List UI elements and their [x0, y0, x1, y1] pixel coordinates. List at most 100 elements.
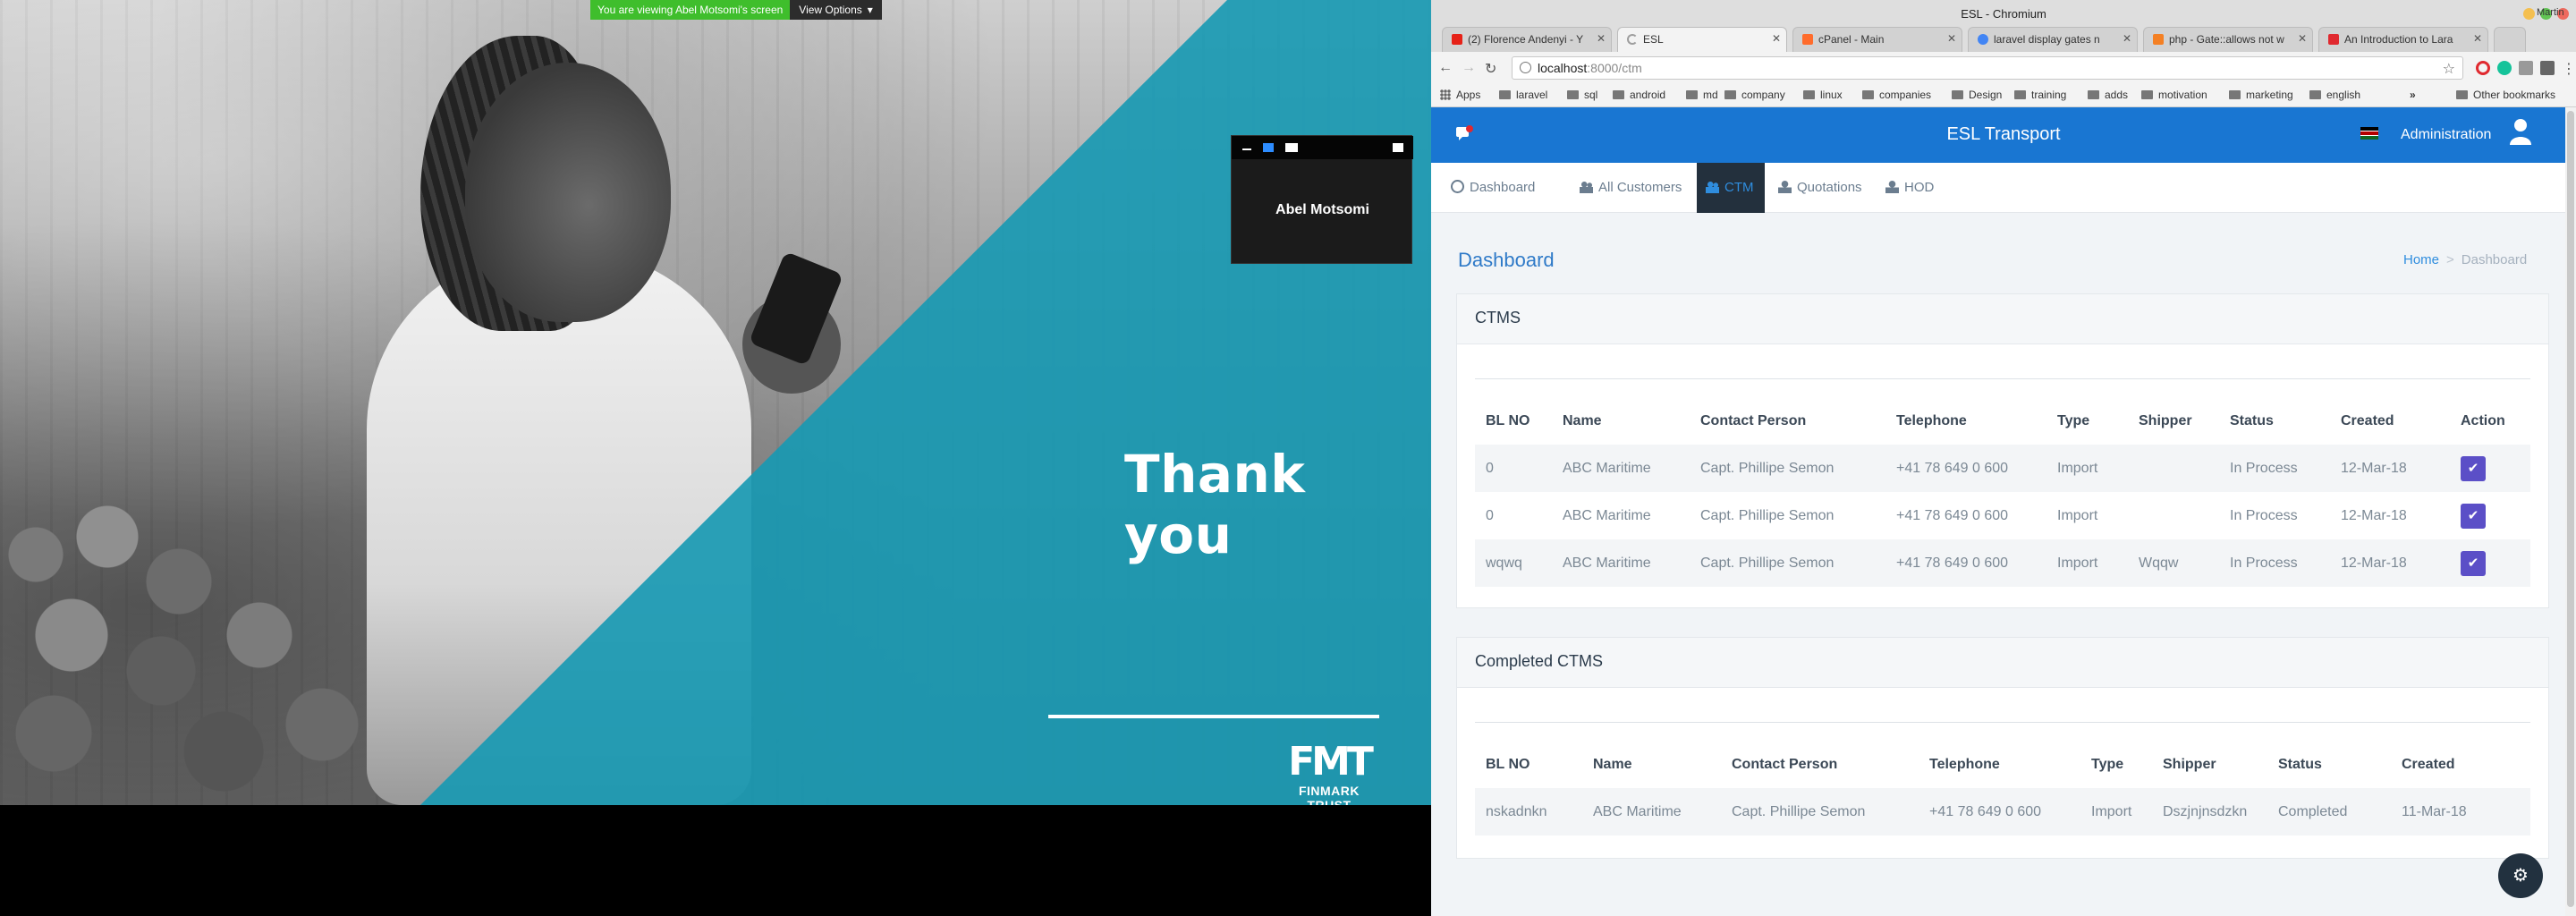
- minimize-window-icon[interactable]: [2523, 8, 2535, 20]
- close-icon[interactable]: ✕: [1772, 32, 1781, 45]
- column-header[interactable]: Name: [1582, 742, 1721, 788]
- close-icon[interactable]: ✕: [2473, 32, 2482, 45]
- column-header[interactable]: Created: [2391, 742, 2530, 788]
- tab-google[interactable]: laravel display gates n ✕: [1968, 27, 2138, 52]
- bookmark-folder[interactable]: training: [2014, 89, 2066, 101]
- column-header[interactable]: Telephone: [1885, 398, 2046, 445]
- nav-ctm[interactable]: CTM: [1697, 163, 1765, 213]
- column-header[interactable]: BL NO: [1475, 742, 1582, 788]
- other-bookmarks[interactable]: Other bookmarks: [2456, 89, 2555, 101]
- back-icon[interactable]: ←: [1438, 60, 1453, 76]
- close-icon[interactable]: ✕: [1947, 32, 1956, 45]
- approve-button[interactable]: ✔: [2461, 503, 2486, 529]
- vpn-extension-icon[interactable]: [2519, 61, 2533, 75]
- bookmark-folder[interactable]: adds: [2088, 89, 2128, 101]
- approve-button[interactable]: ✔: [2461, 455, 2486, 481]
- edit-extension-icon[interactable]: [2540, 61, 2555, 75]
- bookmark-folder[interactable]: Design: [1952, 89, 2002, 101]
- tab-label: ESL: [1643, 33, 1664, 46]
- bookmark-folder[interactable]: company: [1724, 89, 1785, 101]
- column-header[interactable]: Name: [1552, 398, 1690, 445]
- table-row: wqwq ABC Maritime Capt. Phillipe Semon +…: [1475, 539, 2530, 587]
- gallery-icon[interactable]: [1285, 143, 1298, 152]
- bookmark-folder[interactable]: android: [1613, 89, 1665, 101]
- logo-mark: FMT: [1288, 739, 1374, 785]
- forward-icon[interactable]: →: [1462, 60, 1476, 76]
- more-bookmarks-button[interactable]: »: [2410, 89, 2416, 101]
- approve-button[interactable]: ✔: [2461, 550, 2486, 576]
- column-header[interactable]: Created: [2330, 398, 2450, 445]
- column-header[interactable]: Status: [2219, 398, 2330, 445]
- info-icon[interactable]: [1520, 62, 1531, 73]
- folder-icon: [1613, 90, 1624, 99]
- user-profile-icon[interactable]: [2509, 118, 2532, 145]
- folder-icon: [1567, 90, 1579, 99]
- bookmark-folder[interactable]: md: [1686, 89, 1718, 101]
- new-tab-button[interactable]: [2494, 27, 2526, 52]
- video-icon[interactable]: [1263, 143, 1274, 152]
- column-header[interactable]: Status: [2267, 742, 2391, 788]
- breadcrumb-home[interactable]: Home: [2403, 252, 2439, 267]
- view-options-button[interactable]: View Options ▾: [790, 0, 882, 20]
- bookmark-folder[interactable]: sql: [1567, 89, 1597, 101]
- users-icon: [1580, 180, 1593, 193]
- tab-youtube[interactable]: (2) Florence Andenyi - Y ✕: [1442, 27, 1612, 52]
- user-icon: [1885, 180, 1899, 193]
- tab-cpanel[interactable]: cPanel - Main ✕: [1792, 27, 1962, 52]
- settings-button[interactable]: ⚙: [2498, 853, 2543, 898]
- cpanel-icon: [1802, 34, 1813, 45]
- dashboard-icon: [1451, 180, 1464, 193]
- opera-extension-icon[interactable]: [2476, 61, 2490, 75]
- nav-dashboard[interactable]: Dashboard: [1449, 163, 1544, 213]
- kenya-flag-icon[interactable]: [2360, 127, 2378, 140]
- admin-label[interactable]: Administration: [2401, 127, 2491, 143]
- bookmark-apps[interactable]: Apps: [1440, 89, 1480, 101]
- cell-type: Import: [2080, 788, 2152, 835]
- menu-icon[interactable]: ⋮: [2562, 60, 2576, 78]
- nav-all-customers[interactable]: All Customers: [1578, 163, 1690, 213]
- nav-hod[interactable]: HOD: [1884, 163, 1943, 213]
- close-icon[interactable]: ✕: [2123, 32, 2131, 45]
- bookmark-folder[interactable]: laravel: [1499, 89, 1547, 101]
- column-header[interactable]: Shipper: [2128, 398, 2219, 445]
- column-header[interactable]: BL NO: [1475, 398, 1552, 445]
- close-icon[interactable]: ✕: [1597, 32, 1606, 45]
- card-divider: [1475, 378, 2530, 379]
- minimize-icon[interactable]: [1242, 148, 1251, 150]
- tab-laravel-intro[interactable]: An Introduction to Lara ✕: [2318, 27, 2488, 52]
- bookmark-star-icon[interactable]: ☆: [2443, 60, 2455, 78]
- column-header[interactable]: Type: [2080, 742, 2152, 788]
- address-bar[interactable]: localhost:8000/ctm ☆: [1512, 56, 2463, 80]
- bookmark-folder[interactable]: linux: [1803, 89, 1843, 101]
- folder-icon: [2309, 90, 2321, 99]
- scrollbar-thumb[interactable]: [2567, 111, 2574, 907]
- bookmark-folder[interactable]: motivation: [2141, 89, 2207, 101]
- check-icon: ✔: [2467, 507, 2479, 523]
- bookmark-label: training: [2031, 89, 2067, 101]
- column-header[interactable]: Contact Person: [1721, 742, 1919, 788]
- column-header[interactable]: Type: [2046, 398, 2128, 445]
- nav-quotations[interactable]: Quotations: [1776, 163, 1871, 213]
- profile-label[interactable]: Martin: [2537, 7, 2564, 18]
- tab-esl[interactable]: ESL ✕: [1617, 27, 1787, 52]
- bookmark-label: android: [1630, 89, 1666, 101]
- participant-video-tile[interactable]: Abel Motsomi: [1231, 135, 1413, 264]
- page-scrollbar[interactable]: [2565, 107, 2576, 916]
- gear-icon: ⚙: [2512, 866, 2529, 886]
- bookmark-folder[interactable]: marketing: [2229, 89, 2293, 101]
- nav-label: All Customers: [1598, 180, 1682, 195]
- reload-icon[interactable]: ↻: [1485, 60, 1496, 78]
- expand-icon[interactable]: [1393, 143, 1403, 152]
- column-header[interactable]: Action: [2450, 398, 2530, 445]
- bookmark-folder[interactable]: companies: [1862, 89, 1931, 101]
- grammarly-extension-icon[interactable]: [2497, 61, 2512, 75]
- check-icon: ✔: [2467, 555, 2479, 571]
- column-header[interactable]: Shipper: [2152, 742, 2267, 788]
- column-header[interactable]: Contact Person: [1690, 398, 1885, 445]
- cell-telephone: +41 78 649 0 600: [1919, 788, 2080, 835]
- column-header[interactable]: Telephone: [1919, 742, 2080, 788]
- nav-label: HOD: [1904, 180, 1935, 195]
- close-icon[interactable]: ✕: [2298, 32, 2307, 45]
- tab-stackoverflow[interactable]: php - Gate::allows not w ✕: [2143, 27, 2313, 52]
- bookmark-folder[interactable]: english: [2309, 89, 2360, 101]
